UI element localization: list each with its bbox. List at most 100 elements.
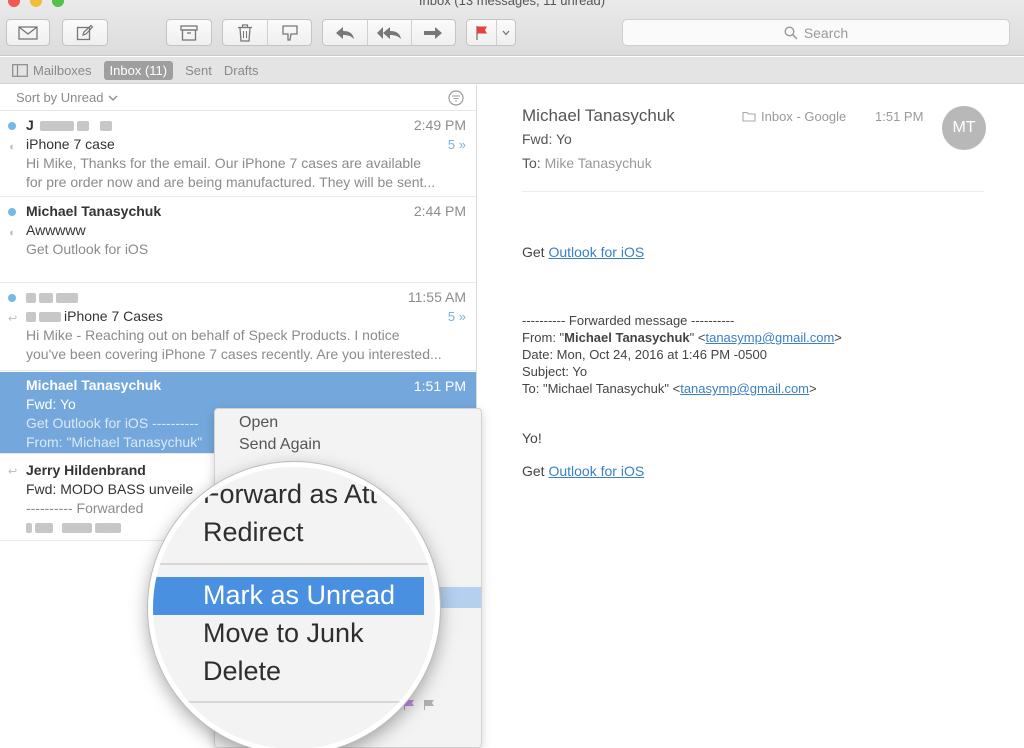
junk-button[interactable]	[267, 20, 311, 45]
filter-icon[interactable]	[448, 90, 464, 106]
body-text: " <	[689, 330, 706, 345]
menu-item-move-to-junk[interactable]: Move to Junk	[203, 618, 364, 649]
forwarded-to: To: "Michael Tanasychuk" <tanasymp@gmail…	[522, 380, 817, 397]
menu-item-send-again[interactable]: Send Again	[239, 436, 321, 454]
forwarded-from: From: "Michael Tanasychuk" <tanasymp@gma…	[522, 329, 842, 346]
menu-item-delete[interactable]: Delete	[203, 656, 281, 687]
delete-button[interactable]	[223, 20, 267, 45]
redacted-text	[99, 121, 112, 132]
favorite-sent[interactable]: Sent	[185, 61, 212, 80]
body-text: Get	[522, 463, 549, 479]
to-label: To:	[522, 155, 541, 171]
folder-name: Inbox - Google	[761, 109, 847, 124]
message-preview: for pre order now and are being manufact…	[26, 174, 436, 190]
message-time: 11:55 AM	[407, 289, 466, 305]
compose-button[interactable]	[62, 19, 108, 46]
body-text: To: "Michael Tanasychuk" <	[522, 381, 681, 396]
menu-item-open[interactable]: Open	[239, 414, 278, 432]
message-row[interactable]: ◖ Michael Tanasychuk 2:44 PM Awwwww Get …	[0, 197, 476, 283]
chevron-down-icon	[502, 30, 510, 35]
compose-icon	[76, 24, 94, 40]
chevron-down-icon	[108, 95, 118, 101]
redacted-text	[76, 121, 89, 132]
body-text: From: "	[522, 330, 565, 345]
menu-item-redirect[interactable]: Redirect	[203, 517, 304, 548]
window-title: Inbox (13 messages, 11 unread)	[418, 0, 606, 8]
outlook-link[interactable]: Outlook for iOS	[548, 244, 644, 260]
message-preview: you've been covering iPhone 7 cases rece…	[26, 346, 442, 362]
forwarded-from-name: Michael Tanasychuk	[564, 330, 690, 345]
reply-button[interactable]	[323, 20, 367, 45]
reply-all-button[interactable]	[367, 20, 410, 45]
body-text: >	[809, 381, 817, 396]
message-subject: iPhone 7 Cases	[64, 308, 163, 324]
body-text: Get	[522, 244, 549, 260]
thread-count[interactable]: 5 »	[448, 135, 466, 154]
message-time: 2:44 PM	[413, 203, 466, 219]
forward-icon	[424, 26, 443, 39]
search-input[interactable]: Search	[622, 19, 1010, 46]
outlook-link[interactable]: Outlook for iOS	[548, 463, 644, 479]
redacted-text	[39, 121, 74, 132]
message-subject: Awwwww	[26, 222, 86, 238]
message-header-time: 1:51 PM	[875, 109, 924, 124]
search-icon	[784, 25, 798, 40]
flag-icon	[476, 25, 487, 40]
email-link[interactable]: tanasymp@gmail.com	[680, 381, 809, 396]
favorites-bar: Mailboxes Inbox (11) Sent Drafts	[0, 57, 1024, 84]
message-sender: Michael Tanasychuk	[26, 377, 162, 393]
archive-icon	[180, 24, 198, 41]
message-preview: Get Outlook for iOS	[26, 241, 149, 257]
message-time: 1:51 PM	[413, 378, 466, 394]
sort-label: Sort by Unread	[16, 90, 104, 105]
sidebar-icon	[12, 63, 28, 77]
message-header-sender[interactable]: Michael Tanasychuk	[522, 106, 675, 126]
archive-button[interactable]	[166, 19, 212, 46]
flag-menu-button[interactable]	[496, 20, 515, 45]
body-signature: Get Outlook for iOS	[522, 463, 644, 479]
window-toolbar: Inbox (13 messages, 11 unread) Search	[0, 0, 1024, 56]
reply-icon: ↩	[8, 466, 18, 478]
avatar: MT	[942, 106, 986, 150]
forward-button[interactable]	[410, 20, 455, 45]
forwarded-date: Date: Mon, Oct 24, 2016 at 1:46 PM -0500	[522, 347, 767, 362]
redacted-text	[39, 312, 61, 323]
message-header-folder: Inbox - Google	[742, 109, 846, 124]
flag-button[interactable]	[467, 20, 496, 45]
message-header-subject: Fwd: Yo	[522, 131, 572, 147]
message-header-recipient: To: Mike Tanasychuk	[522, 155, 652, 171]
get-mail-button[interactable]	[6, 19, 50, 46]
menu-divider	[153, 701, 435, 703]
menu-item-forward-as-attachment[interactable]: Forward as Att	[203, 479, 377, 510]
thread-count[interactable]: 5 »	[448, 307, 466, 326]
to-name[interactable]: Mike Tanasychuk	[545, 155, 652, 171]
flag-group	[466, 19, 516, 46]
menu-divider	[153, 563, 435, 565]
favorite-drafts[interactable]: Drafts	[224, 61, 259, 80]
redacted-text	[95, 523, 121, 534]
message-sender: J	[26, 117, 34, 133]
redacted-text	[39, 293, 53, 304]
magnifier-zoom: Forward as Att Redirect Mark as Unread M…	[148, 462, 440, 748]
message-row[interactable]: ◖ J 2:49 PM iPhone 7 case 5 » Hi Mike, T…	[0, 111, 476, 197]
favorite-inbox[interactable]: Inbox (11)	[103, 60, 174, 80]
forwarded-subject: Subject: Yo	[522, 364, 588, 379]
message-preview: Hi Mike - Reaching out on behalf of Spec…	[26, 327, 400, 343]
menu-item-mark-as-unread[interactable]: Mark as Unread	[203, 580, 395, 611]
envelope-icon	[18, 25, 38, 40]
redacted-text	[26, 523, 32, 534]
attachment-icon: ◖	[8, 141, 15, 153]
mailboxes-label: Mailboxes	[33, 62, 92, 78]
redacted-text	[56, 293, 78, 304]
message-row[interactable]: ↩ 11:55 AM iPhone 7 Cases 5 » Hi Mike - …	[0, 283, 476, 371]
email-link[interactable]: tanasymp@gmail.com	[705, 330, 834, 345]
reading-pane: Michael Tanasychuk Inbox - Google 1:51 P…	[478, 85, 1024, 748]
unread-dot	[8, 208, 16, 216]
sort-bar[interactable]: Sort by Unread	[0, 85, 476, 111]
redacted-text	[62, 523, 92, 534]
search-placeholder: Search	[803, 24, 849, 41]
redacted-text	[26, 312, 36, 323]
folder-icon	[742, 111, 756, 122]
message-subject: iPhone 7 case	[26, 136, 115, 152]
mailboxes-toggle[interactable]: Mailboxes	[12, 61, 92, 80]
